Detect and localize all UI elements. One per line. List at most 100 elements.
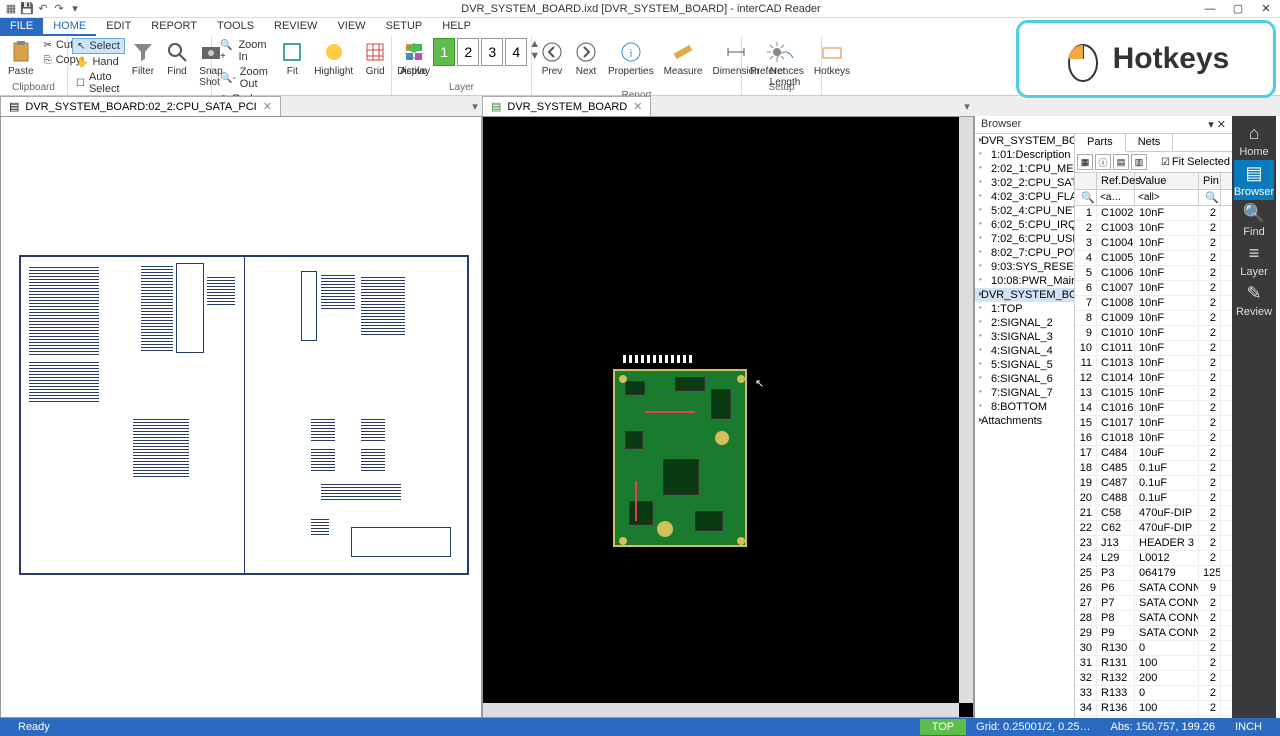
filter-search-icon[interactable]: 🔍 <box>1075 190 1097 205</box>
parts-row[interactable]: 10C101110nF2 <box>1075 341 1232 356</box>
tree-item[interactable]: 7:SIGNAL_7 <box>975 386 1074 400</box>
sidebar-review[interactable]: ✎Review <box>1234 280 1274 320</box>
tree-item[interactable]: 3:02_2:CPU_SATA_ <box>975 176 1074 190</box>
parts-row[interactable]: 26P6SATA CONN9 <box>1075 581 1232 596</box>
status-layer[interactable]: TOP <box>920 719 966 735</box>
hotkeys-button[interactable]: Hotkeys <box>810 38 854 79</box>
parts-row[interactable]: 18C4850.1uF2 <box>1075 461 1232 476</box>
sidebar-home[interactable]: ⌂Home <box>1234 120 1274 160</box>
parts-row[interactable]: 28P8SATA CONN2 <box>1075 611 1232 626</box>
parts-row[interactable]: 16C101810nF2 <box>1075 431 1232 446</box>
tree-item[interactable]: 7:02_6:CPU_USB_ <box>975 232 1074 246</box>
hand-button[interactable]: ✋ Hand <box>72 55 125 69</box>
minimize-button[interactable]: — <box>1196 0 1224 18</box>
design-tree[interactable]: DVR_SYSTEM_BOARD1:01:Description2:02_1:C… <box>975 134 1075 718</box>
qat-dropdown[interactable]: ▾ <box>68 2 82 16</box>
tree-item[interactable]: 8:BOTTOM <box>975 400 1074 414</box>
tree-item[interactable]: 4:02_3:CPU_FLAS <box>975 190 1074 204</box>
parts-row[interactable]: 2C100310nF2 <box>1075 221 1232 236</box>
parts-row[interactable]: 4C100510nF2 <box>1075 251 1232 266</box>
doc-tab-schematic[interactable]: ▤ DVR_SYSTEM_BOARD:02_2:CPU_SATA_PCI ✕ <box>0 96 281 116</box>
close-button[interactable]: ✕ <box>1252 0 1280 18</box>
parts-row[interactable]: 21C58470uF-DIP2 <box>1075 506 1232 521</box>
tree-item[interactable]: 9:03:SYS_RESET_R <box>975 260 1074 274</box>
parts-row[interactable]: 7C100810nF2 <box>1075 296 1232 311</box>
parts-tab[interactable]: Parts <box>1075 134 1126 152</box>
menu-edit[interactable]: EDIT <box>96 18 141 36</box>
select-button[interactable]: ↖ Select <box>72 38 125 54</box>
tree-item[interactable]: 2:SIGNAL_2 <box>975 316 1074 330</box>
tab-dropdown-right[interactable]: ▾ <box>960 96 974 116</box>
menu-review[interactable]: REVIEW <box>264 18 327 36</box>
sidebar-layer[interactable]: ≡Layer <box>1234 240 1274 280</box>
layer-button-4[interactable]: 4 <box>505 38 527 66</box>
tree-item[interactable]: 5:02_4:CPU_NETW <box>975 204 1074 218</box>
parts-row[interactable]: 9C101010nF2 <box>1075 326 1232 341</box>
parts-row[interactable]: 34R1361002 <box>1075 701 1232 716</box>
tree-item[interactable]: 10:08:PWR_MainF <box>975 274 1074 288</box>
parts-row[interactable]: 17C48410uF2 <box>1075 446 1232 461</box>
parts-row[interactable]: 13C101510nF2 <box>1075 386 1232 401</box>
tree-item[interactable]: 5:SIGNAL_5 <box>975 358 1074 372</box>
tree-item[interactable]: DVR_SYSTEM_BOARD <box>975 288 1074 302</box>
sidebar-browser[interactable]: ▤Browser <box>1234 160 1274 200</box>
preferences-button[interactable]: Preferences <box>746 38 808 79</box>
parts-row[interactable]: 29P9SATA CONN2 <box>1075 626 1232 641</box>
parts-row[interactable]: 12C101410nF2 <box>1075 371 1232 386</box>
fit-selected-checkbox[interactable]: ☑ Fit Selected <box>1161 154 1230 170</box>
col-pin[interactable]: Pin <box>1199 173 1221 189</box>
tree-item[interactable]: 2:02_1:CPU_MEM <box>975 162 1074 176</box>
tree-item[interactable]: 3:SIGNAL_3 <box>975 330 1074 344</box>
browser-pin[interactable]: ▾ <box>1208 119 1214 131</box>
menu-file[interactable]: FILE <box>0 18 43 36</box>
col-value[interactable]: Value <box>1135 173 1199 189</box>
browser-close[interactable]: ✕ <box>1217 119 1226 131</box>
measure-button[interactable]: Measure <box>660 38 707 79</box>
parts-row[interactable]: 6C100710nF2 <box>1075 281 1232 296</box>
tree-item[interactable]: 6:02_5:CPU_IRQ_C <box>975 218 1074 232</box>
parts-row[interactable]: 14C101610nF2 <box>1075 401 1232 416</box>
parts-row[interactable]: 35R1372002 <box>1075 716 1232 718</box>
parts-row[interactable]: 23J13HEADER 32 <box>1075 536 1232 551</box>
filter-go-icon[interactable]: 🔍 <box>1199 190 1221 205</box>
parts-row[interactable]: 30R13002 <box>1075 641 1232 656</box>
menu-view[interactable]: VIEW <box>327 18 375 36</box>
properties-button[interactable]: iProperties <box>604 38 658 79</box>
parts-row[interactable]: 19C4870.1uF2 <box>1075 476 1232 491</box>
pt-btn-1[interactable]: ▦ <box>1077 154 1093 170</box>
grid-button[interactable]: Grid <box>359 38 391 79</box>
autoselect-checkbox[interactable]: ☐ Auto Select <box>72 70 125 96</box>
col-refdes[interactable]: Ref.Des <box>1097 173 1135 189</box>
tab-dropdown-left[interactable]: ▾ <box>468 96 482 116</box>
paste-button[interactable]: Paste <box>4 38 38 79</box>
tab-close[interactable]: ✕ <box>263 100 272 113</box>
parts-row[interactable]: 8C100910nF2 <box>1075 311 1232 326</box>
tree-item[interactable]: Attachments <box>975 414 1074 428</box>
prev-button[interactable]: Prev <box>536 38 568 79</box>
maximize-button[interactable]: ▢ <box>1224 0 1252 18</box>
highlight-button[interactable]: Highlight <box>310 38 357 79</box>
doc-tab-board[interactable]: ▤ DVR_SYSTEM_BOARD ✕ <box>482 96 651 116</box>
parts-row[interactable]: 1C100210nF2 <box>1075 206 1232 221</box>
tab-close[interactable]: ✕ <box>633 100 642 113</box>
tree-item[interactable]: 1:01:Description <box>975 148 1074 162</box>
parts-row[interactable]: 5C100610nF2 <box>1075 266 1232 281</box>
qat-redo[interactable]: ↷ <box>52 2 66 16</box>
parts-row[interactable]: 22C62470uF-DIP2 <box>1075 521 1232 536</box>
parts-row[interactable]: 27P7SATA CONN2 <box>1075 596 1232 611</box>
menu-setup[interactable]: SETUP <box>376 18 433 36</box>
menu-help[interactable]: HELP <box>432 18 481 36</box>
menu-tools[interactable]: TOOLS <box>207 18 264 36</box>
pt-btn-3[interactable]: ▤ <box>1113 154 1129 170</box>
schematic-pane[interactable] <box>0 116 482 718</box>
tree-item[interactable]: DVR_SYSTEM_BOARD <box>975 134 1074 148</box>
parts-table[interactable]: 1C100210nF22C100310nF23C100410nF24C10051… <box>1075 206 1232 718</box>
parts-row[interactable]: 20C4880.1uF2 <box>1075 491 1232 506</box>
layer-button-2[interactable]: 2 <box>457 38 479 66</box>
tree-item[interactable]: 8:02_7:CPU_POW <box>975 246 1074 260</box>
parts-row[interactable]: 3C100410nF2 <box>1075 236 1232 251</box>
parts-row[interactable]: 11C101310nF2 <box>1075 356 1232 371</box>
layer-button-3[interactable]: 3 <box>481 38 503 66</box>
pt-btn-4[interactable]: ▥ <box>1131 154 1147 170</box>
find-button[interactable]: Find <box>161 38 193 79</box>
